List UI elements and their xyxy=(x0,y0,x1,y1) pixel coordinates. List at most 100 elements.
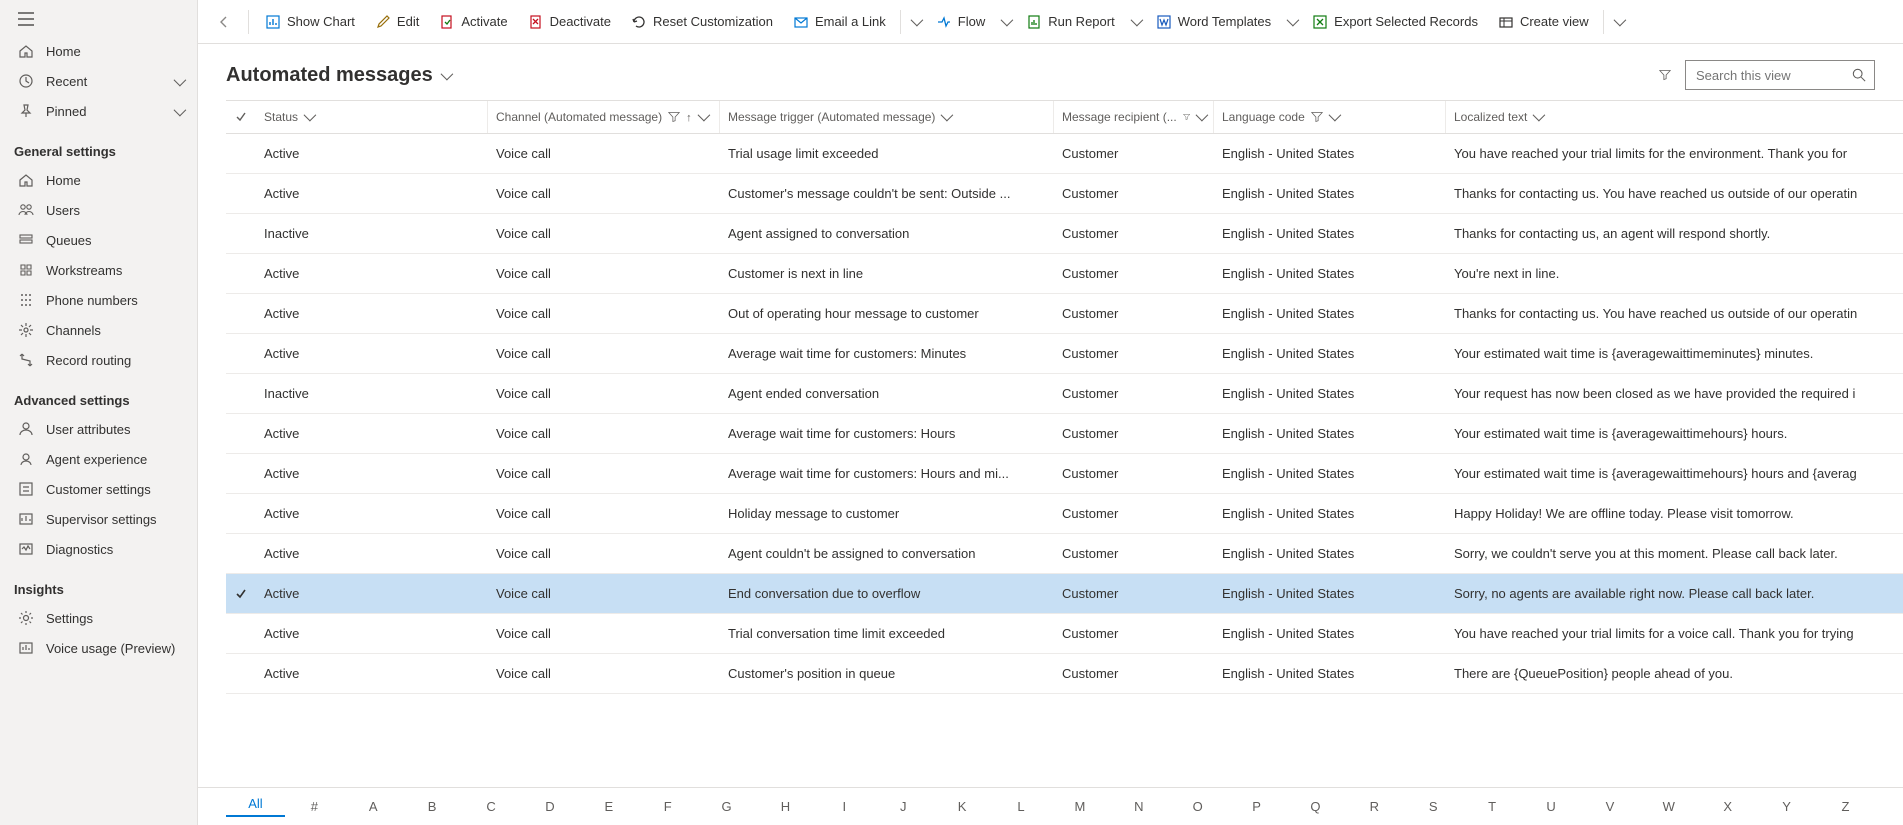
cell-localized-text[interactable]: There are {QueuePosition} people ahead o… xyxy=(1446,654,1903,693)
row-checkbox[interactable] xyxy=(226,174,256,213)
nav-channels[interactable]: Channels xyxy=(0,315,197,345)
nav-phone-numbers[interactable]: Phone numbers xyxy=(0,285,197,315)
cell-language[interactable]: English - United States xyxy=(1214,174,1446,213)
nav-workstreams[interactable]: Workstreams xyxy=(0,255,197,285)
nav-recent[interactable]: Recent xyxy=(0,66,197,96)
alpha-g[interactable]: G xyxy=(697,799,756,814)
table-row[interactable]: ActiveVoice callCustomer is next in line… xyxy=(226,254,1903,294)
alpha-a[interactable]: A xyxy=(344,799,403,814)
cell-language[interactable]: English - United States xyxy=(1214,374,1446,413)
cmd-edit[interactable]: Edit xyxy=(365,8,429,36)
nav-agent-experience[interactable]: Agent experience xyxy=(0,444,197,474)
cmd-show-chart[interactable]: Show Chart xyxy=(255,8,365,36)
search-input[interactable] xyxy=(1694,67,1844,84)
alpha-e[interactable]: E xyxy=(579,799,638,814)
alpha-l[interactable]: L xyxy=(992,799,1051,814)
row-checkbox[interactable] xyxy=(226,254,256,293)
alpha-n[interactable]: N xyxy=(1109,799,1168,814)
nav-diagnostics[interactable]: Diagnostics xyxy=(0,534,197,564)
cell-language[interactable]: English - United States xyxy=(1214,214,1446,253)
cmd-chevron[interactable] xyxy=(995,8,1016,35)
alpha-t[interactable]: T xyxy=(1463,799,1522,814)
table-row[interactable]: InactiveVoice callAgent assigned to conv… xyxy=(226,214,1903,254)
cell-language[interactable]: English - United States xyxy=(1214,494,1446,533)
col-recipient[interactable]: Message recipient (... xyxy=(1054,101,1214,133)
nav-voice-usage-preview-[interactable]: Voice usage (Preview) xyxy=(0,633,197,663)
row-checkbox[interactable] xyxy=(226,614,256,653)
table-row[interactable]: ActiveVoice callAgent couldn't be assign… xyxy=(226,534,1903,574)
alpha-p[interactable]: P xyxy=(1227,799,1286,814)
alpha-s[interactable]: S xyxy=(1404,799,1463,814)
cell-localized-text[interactable]: Sorry, we couldn't serve you at this mom… xyxy=(1446,534,1903,573)
alpha-k[interactable]: K xyxy=(933,799,992,814)
col-localized-text[interactable]: Localized text xyxy=(1446,101,1903,133)
nav-home[interactable]: Home xyxy=(0,36,197,66)
alpha-i[interactable]: I xyxy=(815,799,874,814)
cmd-chevron[interactable] xyxy=(1608,8,1629,35)
nav-home[interactable]: Home xyxy=(0,165,197,195)
table-row[interactable]: ActiveVoice callEnd conversation due to … xyxy=(226,574,1903,614)
alpha-c[interactable]: C xyxy=(462,799,521,814)
cell-localized-text[interactable]: Sorry, no agents are available right now… xyxy=(1446,574,1903,613)
cell-localized-text[interactable]: Your request has now been closed as we h… xyxy=(1446,374,1903,413)
row-checkbox[interactable] xyxy=(226,654,256,693)
nav-customer-settings[interactable]: Customer settings xyxy=(0,474,197,504)
alpha-v[interactable]: V xyxy=(1580,799,1639,814)
alpha-o[interactable]: O xyxy=(1168,799,1227,814)
cmd-flow[interactable]: Flow xyxy=(926,8,995,36)
table-row[interactable]: InactiveVoice callAgent ended conversati… xyxy=(226,374,1903,414)
nav-record-routing[interactable]: Record routing xyxy=(0,345,197,375)
table-row[interactable]: ActiveVoice callCustomer's message could… xyxy=(226,174,1903,214)
nav-queues[interactable]: Queues xyxy=(0,225,197,255)
row-checkbox[interactable] xyxy=(226,334,256,373)
cmd-email-a-link[interactable]: Email a Link xyxy=(783,8,896,36)
cell-language[interactable]: English - United States xyxy=(1214,614,1446,653)
table-row[interactable]: ActiveVoice callOut of operating hour me… xyxy=(226,294,1903,334)
cell-language[interactable]: English - United States xyxy=(1214,534,1446,573)
table-row[interactable]: ActiveVoice callAverage wait time for cu… xyxy=(226,414,1903,454)
filter-icon[interactable] xyxy=(1659,69,1671,81)
cell-localized-text[interactable]: You're next in line. xyxy=(1446,254,1903,293)
nav-user-attributes[interactable]: User attributes xyxy=(0,414,197,444)
cell-localized-text[interactable]: Your estimated wait time is {averagewait… xyxy=(1446,454,1903,493)
cell-language[interactable]: English - United States xyxy=(1214,134,1446,173)
col-status[interactable]: Status xyxy=(256,101,488,133)
cell-localized-text[interactable]: Your estimated wait time is {averagewait… xyxy=(1446,414,1903,453)
cmd-chevron[interactable] xyxy=(1125,8,1146,35)
col-channel[interactable]: Channel (Automated message) xyxy=(488,101,720,133)
alpha-b[interactable]: B xyxy=(403,799,462,814)
cmd-export-selected-records[interactable]: Export Selected Records xyxy=(1302,8,1488,36)
row-checkbox[interactable] xyxy=(226,494,256,533)
view-selector[interactable]: Automated messages xyxy=(226,64,450,87)
alpha-u[interactable]: U xyxy=(1522,799,1581,814)
row-checkbox[interactable] xyxy=(226,214,256,253)
alpha-d[interactable]: D xyxy=(520,799,579,814)
alpha-j[interactable]: J xyxy=(874,799,933,814)
cell-localized-text[interactable]: Thanks for contacting us, an agent will … xyxy=(1446,214,1903,253)
cell-localized-text[interactable]: Thanks for contacting us. You have reach… xyxy=(1446,294,1903,333)
cell-language[interactable]: English - United States xyxy=(1214,654,1446,693)
alpha-#[interactable]: # xyxy=(285,799,344,814)
row-checkbox[interactable] xyxy=(226,294,256,333)
col-language[interactable]: Language code xyxy=(1214,101,1446,133)
row-checkbox[interactable] xyxy=(226,374,256,413)
table-row[interactable]: ActiveVoice callCustomer's position in q… xyxy=(226,654,1903,694)
alpha-f[interactable]: F xyxy=(638,799,697,814)
cmd-activate[interactable]: Activate xyxy=(429,8,517,36)
alpha-q[interactable]: Q xyxy=(1286,799,1345,814)
cmd-deactivate[interactable]: Deactivate xyxy=(518,8,621,36)
row-checkbox[interactable] xyxy=(226,574,256,613)
cell-language[interactable]: English - United States xyxy=(1214,294,1446,333)
cmd-create-view[interactable]: Create view xyxy=(1488,8,1599,36)
alpha-all[interactable]: All xyxy=(226,796,285,817)
table-row[interactable]: ActiveVoice callTrial conversation time … xyxy=(226,614,1903,654)
row-checkbox[interactable] xyxy=(226,414,256,453)
row-checkbox[interactable] xyxy=(226,134,256,173)
search-box[interactable] xyxy=(1685,60,1875,90)
cell-language[interactable]: English - United States xyxy=(1214,414,1446,453)
table-row[interactable]: ActiveVoice callAverage wait time for cu… xyxy=(226,454,1903,494)
table-row[interactable]: ActiveVoice callHoliday message to custo… xyxy=(226,494,1903,534)
alpha-z[interactable]: Z xyxy=(1816,799,1875,814)
cell-localized-text[interactable]: Thanks for contacting us. You have reach… xyxy=(1446,174,1903,213)
nav-supervisor-settings[interactable]: Supervisor settings xyxy=(0,504,197,534)
